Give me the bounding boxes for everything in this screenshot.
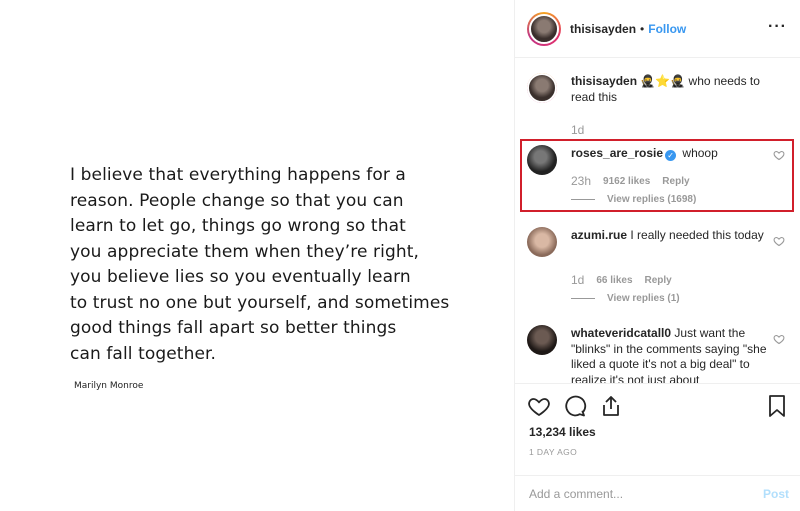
add-comment-row: Post [515,475,800,511]
share-icon[interactable] [599,394,623,418]
header-separator: • [640,21,645,36]
action-icons [527,394,789,420]
reply-button[interactable]: Reply [662,176,689,187]
reply-button[interactable]: Reply [645,275,672,286]
caption-time: 1d [571,123,585,137]
commenter-avatar[interactable] [527,227,557,257]
likes-count[interactable]: 13,234 likes [529,425,596,439]
side-panel: thisisayden • Follow ··· thisisayden 🥷⭐🥷… [514,0,800,511]
header-username[interactable]: thisisayden [570,22,636,36]
comment-text: I really needed this today [630,228,764,242]
quote-author: Marilyn Monroe [74,381,144,391]
comment-username[interactable]: azumi.rue [571,228,627,242]
avatar[interactable] [527,11,561,46]
view-replies-button[interactable]: View replies (1) [571,293,680,304]
comment-text: whoop [682,146,718,160]
comment-likes[interactable]: 9162 likes [603,176,650,187]
quote-text: I believe that everything happens for a … [70,165,450,364]
comments-list[interactable]: thisisayden 🥷⭐🥷 who needs to read this 1… [515,59,800,383]
bookmark-icon[interactable] [765,394,789,418]
heart-icon[interactable] [773,149,785,161]
like-heart-icon[interactable] [527,394,551,418]
comment-icon[interactable] [563,394,587,418]
post-header: thisisayden • Follow ··· [515,0,800,58]
comment-input[interactable] [529,487,739,501]
post-actions: 13,234 likes 1 DAY AGO Post [515,383,800,511]
heart-icon[interactable] [773,333,785,345]
follow-button[interactable]: Follow [648,22,686,36]
comment-time: 23h [571,174,592,188]
commenter-avatar[interactable] [527,145,557,175]
post-timestamp: 1 DAY AGO [529,447,578,457]
post-button[interactable]: Post [763,487,789,501]
comment-username[interactable]: whateveridcatall0 [571,326,671,340]
view-replies-button[interactable]: View replies (1698) [571,194,696,205]
comment-time: 1d [571,273,585,287]
verified-icon: ✓ [665,150,677,161]
caption-username[interactable]: thisisayden [571,74,637,88]
caption-avatar[interactable] [527,73,557,103]
comment-likes[interactable]: 66 likes [596,275,632,286]
post-image: I believe that everything happens for a … [0,0,514,511]
heart-icon[interactable] [773,235,785,247]
view-replies-label: View replies (1) [607,293,680,304]
view-replies-label: View replies (1698) [607,194,697,205]
commenter-avatar[interactable] [527,325,557,355]
more-options-icon[interactable]: ··· [768,18,787,36]
comment-username[interactable]: roses_are_rosie [571,146,663,160]
